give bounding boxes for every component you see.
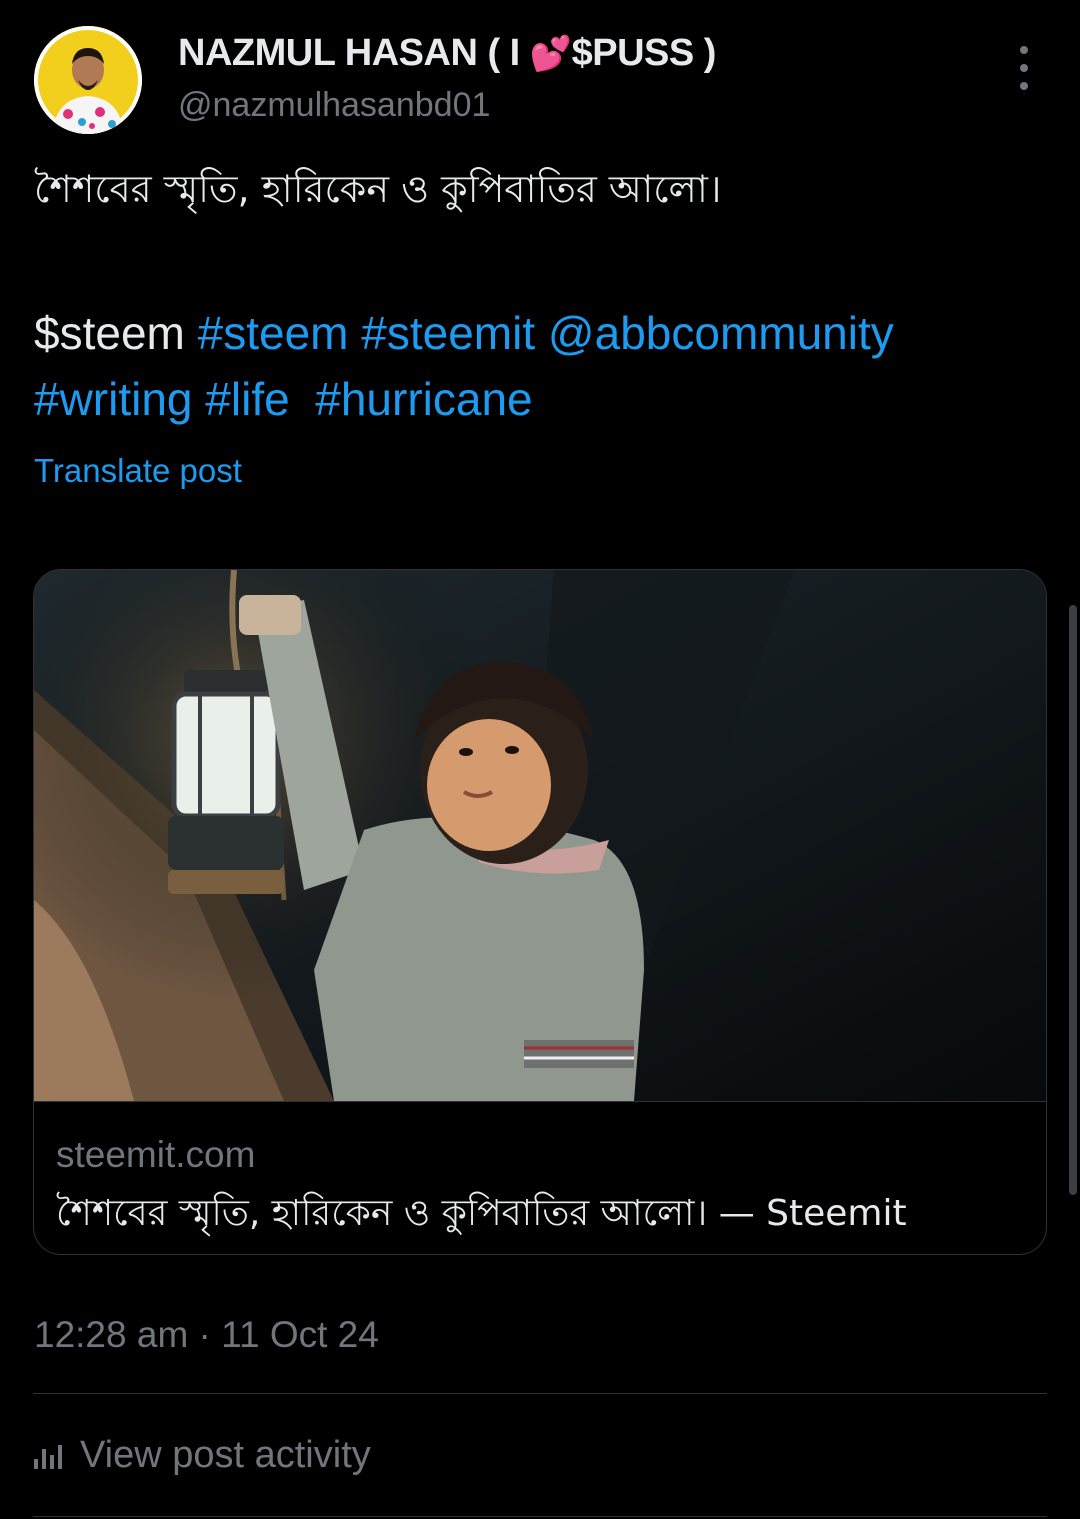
card-meta: steemit.com শৈশবের স্মৃতি, হারিকেন ও কুপ… <box>34 1101 1046 1254</box>
lantern-photo <box>34 570 1046 1101</box>
hashtag-writing[interactable]: #writing <box>34 373 193 425</box>
divider <box>33 1393 1047 1394</box>
card-title: শৈশবের স্মৃতি, হারিকেন ও কুপিবাতির আলো। … <box>56 1193 907 1234</box>
bar-chart-icon <box>34 1443 62 1469</box>
view-post-activity-label: View post activity <box>80 1434 371 1476</box>
card-image <box>34 570 1046 1101</box>
hashtag-steem[interactable]: #steem <box>198 307 349 359</box>
view-post-activity-button[interactable]: View post activity <box>34 1434 371 1477</box>
avatar-image <box>34 26 142 134</box>
hashtag-hurricane[interactable]: #hurricane <box>315 373 532 425</box>
link-card[interactable]: steemit.com শৈশবের স্মৃতি, হারিকেন ও কুপ… <box>33 569 1047 1255</box>
more-options-button[interactable] <box>1004 46 1044 90</box>
hearts-emoji: 💕 <box>529 35 572 73</box>
mention-abbcommunity[interactable]: @abbcommunity <box>548 307 894 359</box>
cashtag[interactable]: $steem <box>34 307 185 359</box>
hashtag-life[interactable]: #life <box>205 373 289 425</box>
card-domain: steemit.com <box>56 1134 256 1175</box>
post-timestamp[interactable]: 12:28 am · 11 Oct 24 <box>34 1314 379 1356</box>
scrollbar[interactable] <box>1069 605 1077 1195</box>
more-vertical-icon <box>1020 46 1028 54</box>
display-name-text: NAZMUL HASAN ( I <box>178 32 530 74</box>
avatar[interactable] <box>34 26 142 134</box>
more-vertical-icon-dot <box>1020 82 1028 90</box>
user-handle[interactable]: @nazmulhasanbd01 <box>178 86 490 125</box>
post-text: শৈশবের স্মৃতি, হারিকেন ও কুপিবাতির আলো। <box>34 167 722 211</box>
post-tags: $steem #steem #steemit @abbcommunity #wr… <box>34 300 1044 432</box>
divider-bottom <box>33 1516 1047 1517</box>
hashtag-steemit[interactable]: #steemit <box>361 307 535 359</box>
post-detail: NAZMUL HASAN ( I 💕$PUSS ) @nazmulhasanbd… <box>0 0 1080 1519</box>
more-vertical-icon-dot <box>1020 64 1028 72</box>
translate-post-link[interactable]: Translate post <box>34 452 242 490</box>
display-name-suffix: $PUSS ) <box>571 32 717 74</box>
display-name[interactable]: NAZMUL HASAN ( I 💕$PUSS ) <box>178 32 716 75</box>
